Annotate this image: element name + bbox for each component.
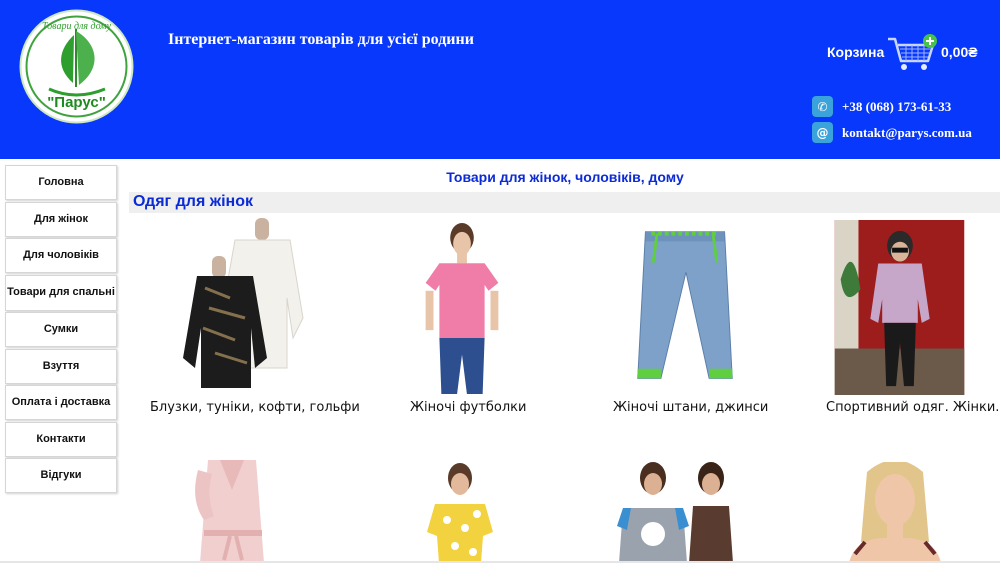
product-image-robes[interactable]: [190, 460, 280, 563]
sidebar-item-payment-delivery[interactable]: Оплата і доставка: [5, 385, 117, 420]
product-card-sportswear[interactable]: Спортивний одяг. Жінки.: [820, 218, 999, 418]
product-card-nightwear[interactable]: [615, 460, 745, 563]
sidebar-item-bedroom[interactable]: Товари для спальні: [5, 274, 117, 311]
contact-email[interactable]: @ kontakt@parys.com.ua: [812, 122, 972, 143]
product-card-women-sets[interactable]: [425, 462, 495, 563]
phone-icon: ✆: [812, 96, 833, 117]
product-name[interactable]: Жіночі футболки: [410, 400, 526, 415]
cart-total: 0,00₴: [941, 44, 978, 60]
product-image-nightwear[interactable]: [615, 460, 745, 563]
product-card-trousers[interactable]: Жіночі штани, джинси: [600, 218, 780, 418]
shopping-cart-icon[interactable]: [886, 33, 938, 73]
product-image-underwear[interactable]: [845, 462, 945, 563]
product-image-tshirts[interactable]: [417, 222, 507, 394]
product-image-trousers[interactable]: [630, 224, 740, 388]
contact-phone[interactable]: ✆ +38 (068) 173-61-33: [812, 96, 951, 117]
sidebar-item-men[interactable]: Для чоловіків: [5, 238, 117, 273]
product-image-blouses[interactable]: [175, 218, 305, 393]
parus-logo[interactable]: "Парус" Товари для дому: [19, 9, 134, 124]
sidebar-item-women[interactable]: Для жінок: [5, 201, 117, 237]
sidebar-item-home[interactable]: Головна: [5, 165, 117, 200]
svg-text:"Парус": "Парус": [47, 94, 106, 111]
sidebar-item-shoes[interactable]: Взуття: [5, 348, 117, 384]
site-tagline: Інтернет-магазин товарів для усієї родин…: [168, 31, 474, 48]
product-card-underwear[interactable]: [845, 462, 945, 563]
cart-label[interactable]: Корзина: [827, 44, 884, 60]
email-address[interactable]: kontakt@parys.com.ua: [842, 125, 972, 141]
product-card-tshirts[interactable]: Жіночі футболки: [360, 218, 560, 418]
product-card-robes[interactable]: [190, 460, 280, 563]
sidebar-nav: Головна Для жінок Для чоловіків Товари д…: [5, 165, 117, 495]
phone-number[interactable]: +38 (068) 173-61-33: [842, 99, 951, 115]
sidebar-item-reviews[interactable]: Відгуки: [5, 458, 117, 493]
email-icon: @: [812, 122, 833, 143]
product-name[interactable]: Спортивний одяг. Жінки.: [826, 400, 999, 415]
product-name[interactable]: Жіночі штани, джинси: [613, 400, 768, 415]
section-title: Одяг для жінок: [133, 193, 253, 210]
product-image-sportswear[interactable]: [834, 220, 965, 395]
section-header: Одяг для жінок: [129, 192, 1000, 213]
sidebar-item-bags[interactable]: Сумки: [5, 312, 117, 347]
product-image-women-sets[interactable]: [425, 462, 495, 563]
sidebar-item-contacts[interactable]: Контакти: [5, 421, 117, 457]
product-name[interactable]: Блузки, туніки, кофти, гольфи: [150, 400, 360, 415]
svg-text:Товари для дому: Товари для дому: [42, 21, 112, 32]
site-header: "Парус" Товари для дому Інтернет-магазин…: [0, 0, 1000, 159]
page-heading: Товари для жінок, чоловіків, дому: [446, 169, 684, 185]
product-card-blouses[interactable]: Блузки, туніки, кофти, гольфи: [140, 218, 360, 418]
